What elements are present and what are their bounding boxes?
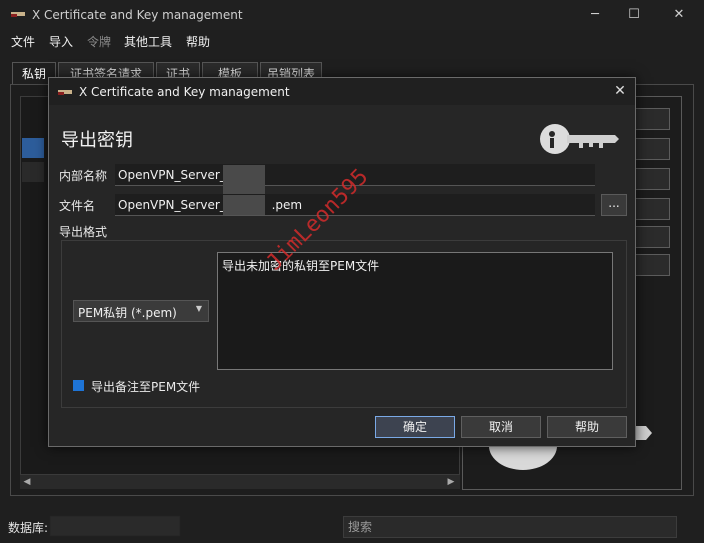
export-format-label: 导出格式 bbox=[59, 225, 108, 239]
database-path-redacted bbox=[50, 516, 180, 536]
app-key-icon bbox=[11, 12, 25, 17]
close-button[interactable]: ✕ bbox=[664, 4, 694, 26]
side-action-button[interactable] bbox=[630, 198, 670, 220]
menu-bar: 文件 导入 令牌 其他工具 帮助 bbox=[0, 30, 704, 52]
redaction-mask bbox=[223, 165, 265, 195]
menu-file[interactable]: 文件 bbox=[11, 33, 35, 50]
menu-token[interactable]: 令牌 bbox=[87, 33, 111, 50]
list-item[interactable] bbox=[22, 162, 44, 182]
horizontal-scrollbar[interactable]: ◀ ▶ bbox=[20, 474, 460, 489]
dialog-titlebar: X Certificate and Key management ✕ bbox=[49, 78, 635, 105]
maximize-button[interactable]: ☐ bbox=[619, 4, 649, 26]
window-title: X Certificate and Key management bbox=[32, 8, 243, 22]
menu-import[interactable]: 导入 bbox=[49, 33, 73, 50]
export-comment-checkbox[interactable] bbox=[73, 380, 84, 391]
ok-button[interactable]: 确定 bbox=[375, 416, 455, 438]
key-tip-icon bbox=[634, 426, 652, 440]
list-item[interactable] bbox=[22, 138, 44, 158]
window-titlebar: X Certificate and Key management ─ ☐ ✕ bbox=[0, 0, 704, 30]
help-button[interactable]: 帮助 bbox=[547, 416, 627, 438]
dialog-heading: 导出密钥 bbox=[61, 130, 133, 151]
menu-help[interactable]: 帮助 bbox=[186, 33, 210, 50]
key-icon bbox=[540, 124, 619, 154]
dialog-title: X Certificate and Key management bbox=[79, 85, 290, 99]
browse-button[interactable]: ... bbox=[601, 194, 627, 216]
side-action-button[interactable] bbox=[630, 138, 670, 160]
export-format-selected: PEM私钥 (*.pem) bbox=[78, 306, 177, 320]
chevron-down-icon: ▼ bbox=[195, 304, 202, 313]
internal-name-label: 内部名称 bbox=[59, 169, 108, 183]
app-key-icon bbox=[58, 90, 72, 95]
search-input[interactable] bbox=[343, 516, 677, 538]
minimize-button[interactable]: ─ bbox=[580, 4, 610, 26]
side-action-button[interactable] bbox=[630, 226, 670, 248]
side-action-button[interactable] bbox=[630, 254, 670, 276]
side-action-button[interactable] bbox=[630, 108, 670, 130]
export-comment-label[interactable]: 导出备注至PEM文件 bbox=[91, 378, 200, 395]
export-format-select[interactable]: PEM私钥 (*.pem) ▼ bbox=[73, 300, 209, 322]
menu-extra-tools[interactable]: 其他工具 bbox=[124, 33, 172, 50]
scroll-left-icon[interactable]: ◀ bbox=[20, 475, 34, 489]
side-action-button[interactable] bbox=[630, 168, 670, 190]
cancel-button[interactable]: 取消 bbox=[461, 416, 541, 438]
database-label: 数据库: bbox=[8, 521, 49, 535]
filename-label: 文件名 bbox=[59, 199, 96, 213]
status-bar: 数据库: bbox=[0, 512, 704, 543]
dialog-close-button[interactable]: ✕ bbox=[609, 81, 631, 101]
export-key-dialog: X Certificate and Key management ✕ 导出密钥 … bbox=[48, 77, 636, 447]
redaction-mask bbox=[223, 195, 265, 215]
scroll-right-icon[interactable]: ▶ bbox=[444, 475, 458, 489]
